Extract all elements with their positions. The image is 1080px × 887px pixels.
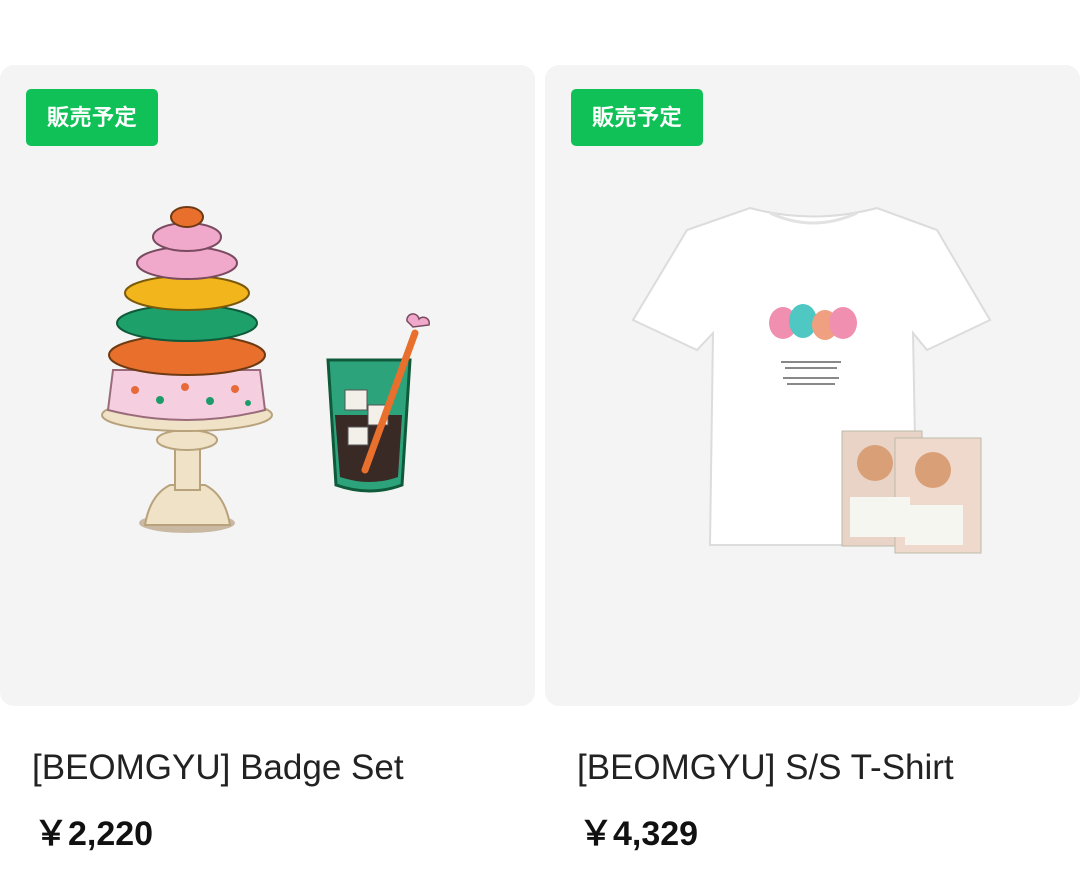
macaron-tower-and-iced-drink-badge-icon <box>101 206 431 533</box>
product-price: ￥2,220 <box>34 815 154 853</box>
white-tshirt-with-macarons-and-photocards-icon <box>631 206 992 554</box>
product-image-container[interactable]: 販売予定 <box>0 65 535 706</box>
product-card-tshirt[interactable]: 販売予定 [BEOMGYU] S/S T-Shirt ￥4,329 <box>545 0 1080 887</box>
product-title[interactable]: [BEOMGYU] S/S T-Shirt <box>577 748 954 788</box>
product-title[interactable]: [BEOMGYU] Badge Set <box>32 748 404 788</box>
product-image-container[interactable]: 販売予定 <box>545 65 1080 706</box>
status-badge: 販売予定 <box>26 89 159 146</box>
product-price: ￥4,329 <box>579 815 699 853</box>
status-badge: 販売予定 <box>571 89 704 146</box>
product-grid: 販売予定 [BEOMGYU] Badge Set ￥2,220 販売予定 [BE… <box>0 0 1080 887</box>
product-card-badge-set[interactable]: 販売予定 [BEOMGYU] Badge Set ￥2,220 <box>0 0 535 887</box>
